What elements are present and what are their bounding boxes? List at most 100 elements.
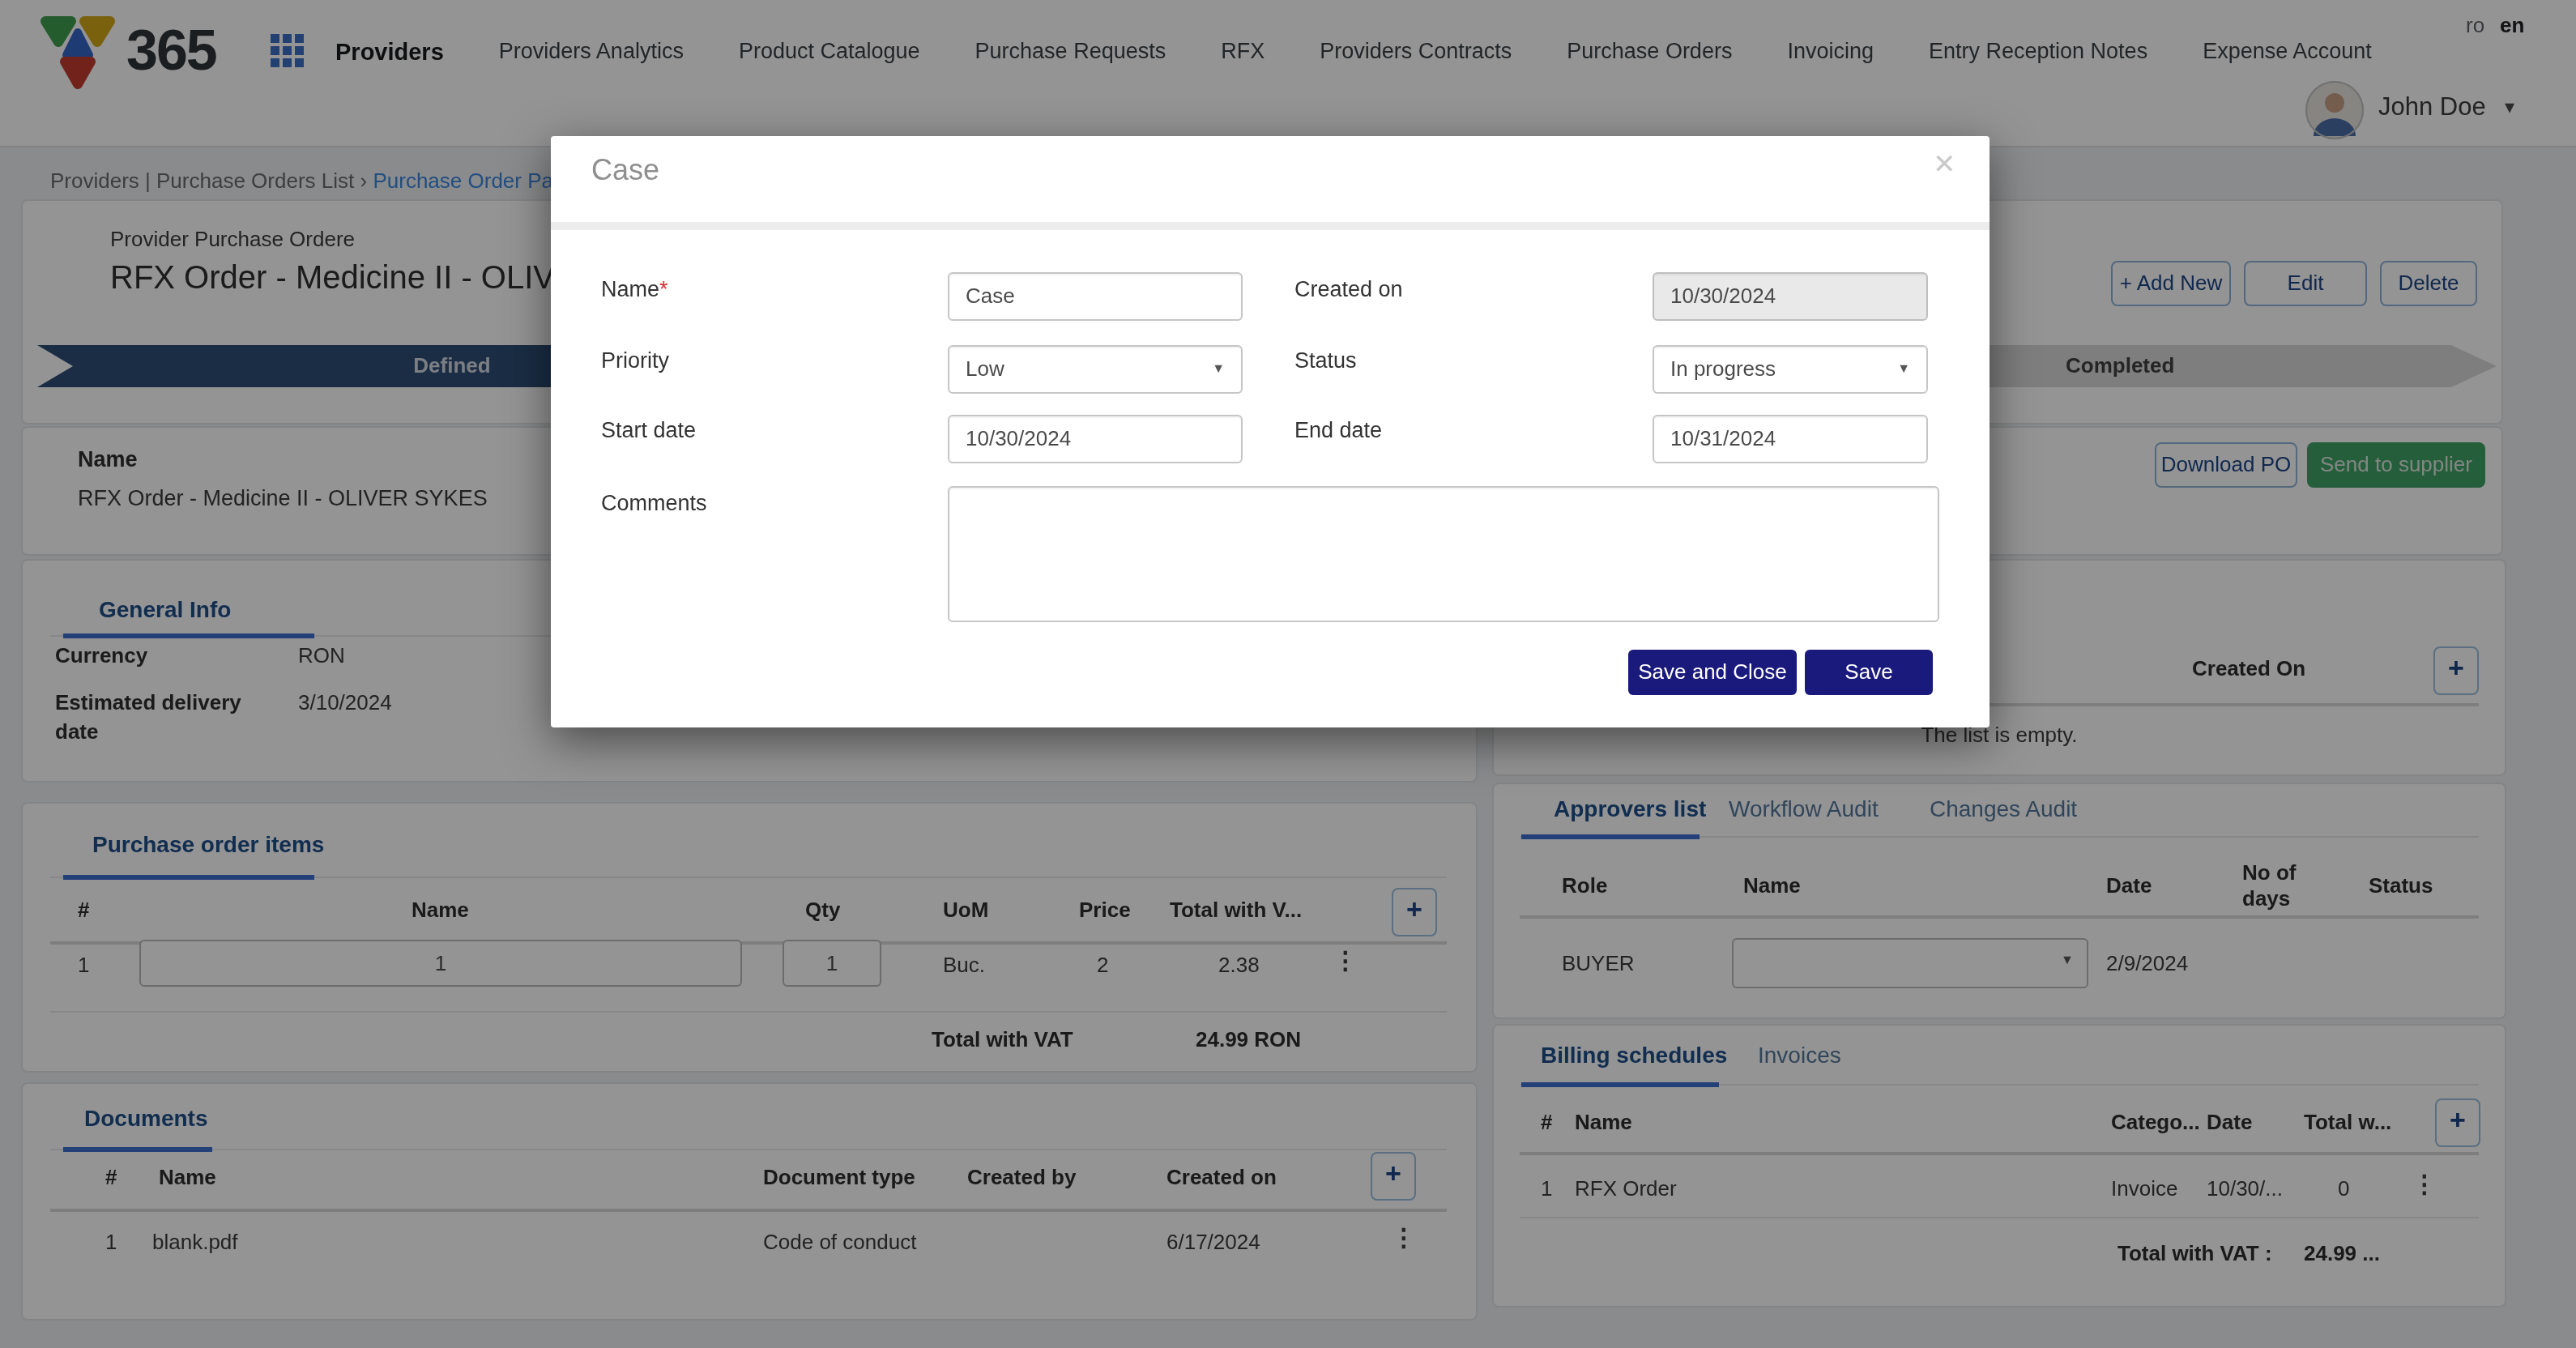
tab-po-items[interactable]: Purchase order items xyxy=(92,831,324,857)
app-logo-icon[interactable] xyxy=(39,11,123,92)
breadcrumb-path[interactable]: Providers | Purchase Orders List xyxy=(50,168,354,193)
delivery-label-2: date xyxy=(55,719,98,744)
approvers-card: Approvers list Workflow Audit Changes Au… xyxy=(1492,783,2506,1019)
doc-col-num: # xyxy=(105,1165,117,1189)
nav-item-providers-analytics[interactable]: Providers Analytics xyxy=(499,39,684,65)
tab-approvers-list[interactable]: Approvers list xyxy=(1554,796,1706,821)
bill-col-num: # xyxy=(1541,1110,1552,1134)
tab-documents[interactable]: Documents xyxy=(84,1105,207,1131)
comments-textarea[interactable] xyxy=(948,486,1939,622)
delete-button[interactable]: Delete xyxy=(2380,261,2477,306)
po-footer-label: Total with VAT xyxy=(932,1027,1073,1052)
bill-add-button[interactable]: + xyxy=(2435,1098,2480,1147)
bill-row-date: 10/30/... xyxy=(2207,1176,2283,1201)
delivery-value: 3/10/2024 xyxy=(298,690,392,715)
user-caret-icon[interactable]: ▾ xyxy=(2505,96,2514,118)
lang-en[interactable]: en xyxy=(2500,13,2524,37)
billing-card: Billing schedules Invoices # Name Catego… xyxy=(1492,1024,2506,1307)
po-col-uom: UoM xyxy=(943,898,988,922)
doc-add-button[interactable]: + xyxy=(1371,1152,1416,1201)
po-col-num: # xyxy=(78,898,89,922)
field-start-date-label: Start date xyxy=(601,418,696,442)
appr-row-role: BUYER xyxy=(1562,951,1635,975)
nav-item-product-catalogue[interactable]: Product Catalogue xyxy=(739,39,920,65)
currency-label: Currency xyxy=(55,643,147,668)
doc-col-type: Document type xyxy=(763,1165,915,1189)
po-col-qty: Qty xyxy=(805,898,840,922)
po-add-button[interactable]: + xyxy=(1392,888,1437,936)
required-mark: * xyxy=(659,277,668,301)
nav-item-providers[interactable]: Providers xyxy=(335,39,444,65)
bill-col-total: Total w... xyxy=(2304,1110,2391,1134)
po-items-card: Purchase order items # Name Qty UoM Pric… xyxy=(21,802,1478,1073)
po-col-name: Name xyxy=(412,898,469,922)
bill-row-kebab-icon[interactable]: ⋮ xyxy=(2412,1170,2437,1199)
po-col-total: Total with V... xyxy=(1170,898,1302,922)
download-po-button[interactable]: Download PO xyxy=(2155,442,2297,488)
bill-row-num: 1 xyxy=(1541,1176,1552,1201)
appr-col-name: Name xyxy=(1743,873,1801,898)
name-label: Name xyxy=(78,447,138,471)
field-comments-label: Comments xyxy=(601,491,707,515)
name-input[interactable]: Case xyxy=(948,272,1243,321)
po-col-price: Price xyxy=(1079,898,1131,922)
bill-col-name: Name xyxy=(1575,1110,1632,1134)
breadcrumb-current[interactable]: Purchase Order Page xyxy=(373,168,576,193)
bill-row-name: RFX Order xyxy=(1575,1176,1677,1201)
doc-col-name: Name xyxy=(159,1165,216,1189)
lang-ro[interactable]: ro xyxy=(2466,13,2484,37)
priority-caret-icon: ▼ xyxy=(1212,347,1225,392)
send-to-supplier-button[interactable]: Send to supplier xyxy=(2307,442,2485,488)
appr-row-name-select[interactable] xyxy=(1732,938,2088,988)
cases-add-button[interactable]: + xyxy=(2433,646,2479,695)
nav-item-invoicing[interactable]: Invoicing xyxy=(1787,39,1874,65)
tab-general-info[interactable]: General Info xyxy=(99,596,231,622)
start-date-input[interactable]: 10/30/2024 xyxy=(948,415,1243,463)
user-name[interactable]: John Doe xyxy=(2378,92,2486,122)
po-row-num: 1 xyxy=(78,953,89,977)
doc-row-type: Code of conduct xyxy=(763,1230,916,1254)
doc-col-created-on: Created on xyxy=(1166,1165,1277,1189)
name-value: RFX Order - Medicine II - OLIVER SYKES xyxy=(78,486,488,510)
doc-row-name: blank.pdf xyxy=(152,1230,238,1254)
save-and-close-button[interactable]: Save and Close xyxy=(1628,650,1797,695)
nav-item-rfx[interactable]: RFX xyxy=(1221,39,1265,65)
appr-col-status: Status xyxy=(2369,873,2433,898)
edit-button[interactable]: Edit xyxy=(2244,261,2367,306)
po-row-qty-input[interactable]: 1 xyxy=(783,940,881,987)
nav-item-entry-reception-notes[interactable]: Entry Reception Notes xyxy=(1929,39,2147,65)
status-select[interactable]: In progress ▼ xyxy=(1653,345,1928,394)
appr-col-date: Date xyxy=(2106,873,2152,898)
breadcrumb-sep: › xyxy=(360,168,368,193)
documents-card: Documents # Name Document type Created b… xyxy=(21,1082,1478,1320)
nav-menu: Providers Providers Analytics Product Ca… xyxy=(335,39,2372,65)
app-grid-icon[interactable] xyxy=(271,34,305,68)
nav-item-expense-account[interactable]: Expense Account xyxy=(2203,39,2372,65)
delivery-label-1: Estimated delivery xyxy=(55,690,241,715)
doc-row-kebab-icon[interactable]: ⋮ xyxy=(1392,1223,1416,1252)
add-new-button[interactable]: + Add New xyxy=(2111,261,2231,306)
created-on-input: 10/30/2024 xyxy=(1653,272,1928,321)
priority-select[interactable]: Low ▼ xyxy=(948,345,1243,394)
po-row-name-input[interactable]: 1 xyxy=(139,940,742,987)
currency-value: RON xyxy=(298,643,345,668)
tab-changes-audit[interactable]: Changes Audit xyxy=(1930,796,2077,821)
field-priority-label: Priority xyxy=(601,348,669,373)
doc-col-created-by: Created by xyxy=(967,1165,1076,1189)
nav-item-purchase-orders[interactable]: Purchase Orders xyxy=(1567,39,1732,65)
nav-item-purchase-requests[interactable]: Purchase Requests xyxy=(975,39,1166,65)
tab-invoices[interactable]: Invoices xyxy=(1758,1042,1841,1068)
navbar: 365 Providers Providers Analytics Produc… xyxy=(0,0,2576,147)
end-date-input[interactable]: 10/31/2024 xyxy=(1653,415,1928,463)
nav-item-providers-contracts[interactable]: Providers Contracts xyxy=(1320,39,1512,65)
tab-billing-schedules[interactable]: Billing schedules xyxy=(1541,1042,1727,1068)
modal-close-icon[interactable]: ✕ xyxy=(1933,147,1956,181)
doc-row-num: 1 xyxy=(105,1230,117,1254)
po-row-kebab-icon[interactable]: ⋮ xyxy=(1333,946,1358,975)
appr-row-date: 2/9/2024 xyxy=(2106,951,2188,975)
avatar[interactable] xyxy=(2305,81,2364,139)
save-button[interactable]: Save xyxy=(1805,650,1933,695)
po-row-uom: Buc. xyxy=(943,953,985,977)
tab-workflow-audit[interactable]: Workflow Audit xyxy=(1729,796,1879,821)
case-modal: Case ✕ Name* Case Created on 10/30/2024 … xyxy=(551,136,1990,727)
